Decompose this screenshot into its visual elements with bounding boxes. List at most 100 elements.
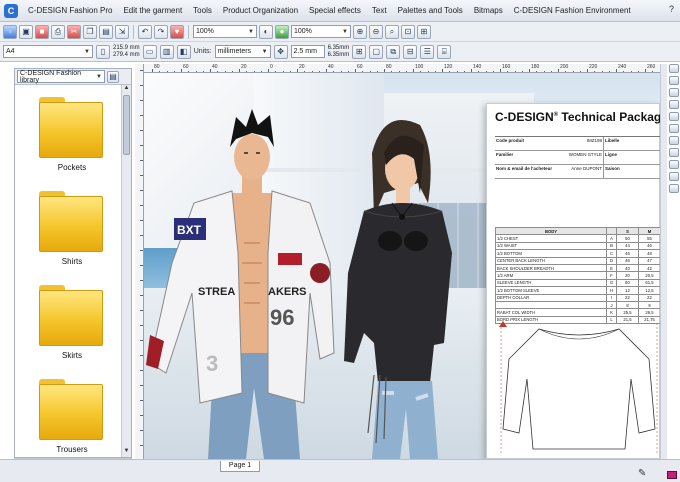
- menu-bitmaps[interactable]: Bitmaps: [469, 4, 508, 17]
- library-select[interactable]: C-DESIGN Fashion library ▼: [17, 70, 105, 84]
- standard-toolbar: ▫ ▣ ■ ⎙ ✂ ❐ ▤ ⇲ ↶ ↷ ♥ 100% ▼ ◐ ● 100% ▼ ⊕ …: [0, 22, 680, 42]
- folder-shirts[interactable]: Shirts: [37, 185, 107, 273]
- garment-icon[interactable]: ♥: [170, 24, 184, 39]
- pick-tool-icon[interactable]: [668, 64, 679, 73]
- library-scrollbar[interactable]: ▲ ▼: [121, 85, 131, 457]
- fill-color-swatch[interactable]: [667, 471, 677, 479]
- copy-icon[interactable]: ❐: [83, 24, 97, 39]
- folder-trousers[interactable]: Trousers: [37, 373, 107, 461]
- save-icon[interactable]: ■: [35, 24, 49, 39]
- design-canvas[interactable]: BXT STREA AKERS 96 3 C-DESIGN® Technical…: [144, 73, 660, 459]
- new-file-icon[interactable]: ▫: [3, 24, 17, 39]
- app-logo-icon[interactable]: C: [4, 3, 18, 18]
- menu-palettes-tools[interactable]: Palettes and Tools: [393, 4, 468, 17]
- print-icon[interactable]: ⎙: [51, 24, 65, 39]
- menu-environment[interactable]: C-DESIGN Fashion Environment: [509, 4, 636, 17]
- align-icon[interactable]: ⊟: [403, 44, 418, 59]
- current-page-icon[interactable]: ◧: [176, 44, 191, 59]
- library-panel: C-DESIGN Fashion library ▼ ▤ Pockets Shir…: [14, 68, 132, 458]
- size-chart-table: BODY S M 1/2 CHEST A 50 55 1/2 WAIST B 44 46 1/2…: [495, 226, 660, 325]
- outline-tool-icon[interactable]: [668, 172, 679, 181]
- globe-icon[interactable]: ●: [275, 24, 289, 39]
- shape-tool-icon[interactable]: [668, 76, 679, 85]
- dup-x-value[interactable]: 6.35mm: [328, 45, 350, 52]
- folder-pockets[interactable]: Pockets: [37, 91, 107, 179]
- page-size-select[interactable]: A4 ▼: [3, 45, 93, 58]
- zoom-page-icon[interactable]: ⌕: [385, 24, 399, 39]
- import-icon[interactable]: ⇲: [115, 24, 129, 39]
- menu-text[interactable]: Text: [367, 4, 392, 17]
- zoom-level-select[interactable]: 100% ▼: [291, 25, 351, 38]
- scroll-thumb[interactable]: [123, 95, 130, 155]
- frame-icon[interactable]: ▢: [369, 44, 384, 59]
- size-chart-row: RABAT COL WIDTH K 25,5 26,5: [495, 308, 660, 317]
- paste-icon[interactable]: ▤: [99, 24, 113, 39]
- menu-app[interactable]: C-DESIGN Fashion Pro: [23, 4, 117, 17]
- menu-special-effects[interactable]: Special effects: [304, 4, 366, 17]
- properties-icon[interactable]: ⌸: [437, 44, 452, 59]
- color-wheel-icon[interactable]: ◐: [259, 24, 273, 39]
- size-cell-s: 40: [616, 263, 639, 273]
- page-width-value[interactable]: 215.9 mm: [113, 45, 140, 52]
- library-menu-icon[interactable]: ▤: [107, 70, 119, 83]
- duplicate-distance[interactable]: 6.35mm 6.35mm: [328, 45, 350, 59]
- menu-product-organization[interactable]: Product Organization: [218, 4, 303, 17]
- size-cell-code: J: [606, 300, 617, 310]
- undo-icon[interactable]: ↶: [138, 24, 152, 39]
- units-select[interactable]: millimeters ▼: [214, 45, 271, 58]
- group-icon[interactable]: ⧉: [386, 44, 401, 59]
- dup-y-value[interactable]: 6.35mm: [328, 52, 350, 59]
- scroll-down-icon[interactable]: ▼: [122, 448, 131, 457]
- zoom-fit-icon[interactable]: ⊡: [401, 24, 415, 39]
- size-cell-code: H: [606, 286, 617, 295]
- horizontal-ruler[interactable]: 80 60 40 20 0 20 40 60 80 100 120 140 160 180 200 220 24…: [144, 64, 660, 73]
- polygon-tool-icon[interactable]: [668, 136, 679, 145]
- folder-skirts[interactable]: Skirts: [37, 279, 107, 367]
- size-cell-s: 20: [616, 271, 639, 280]
- zoom-select[interactable]: 100% ▼: [193, 25, 257, 38]
- size-cell-m: 22: [638, 293, 660, 302]
- menu-tools[interactable]: Tools: [188, 4, 217, 17]
- technical-package-sheet[interactable]: C-DESIGN® Technical Package Code produit…: [486, 103, 660, 459]
- zoom-tool-icon[interactable]: [668, 88, 679, 97]
- menu-edit-garment[interactable]: Edit the garment: [118, 4, 187, 17]
- vertical-ruler[interactable]: [135, 64, 144, 459]
- portrait-icon[interactable]: ▯: [96, 44, 110, 59]
- female-figure-illustration[interactable]: [324, 113, 474, 459]
- size-chart-row: 1/2 ARM F 20 20,5: [495, 271, 660, 280]
- folder-icon: [39, 379, 103, 441]
- open-file-icon[interactable]: ▣: [19, 24, 33, 39]
- redo-icon[interactable]: ↷: [154, 24, 168, 39]
- pen-icon[interactable]: ✎: [638, 468, 646, 479]
- size-cell-label: SLEEVE LENGTH: [495, 278, 607, 288]
- options-icon[interactable]: ☰: [420, 44, 435, 59]
- size-chart-row: 1/2 BOTTOM SLEEVE H 12 12,5: [495, 286, 660, 295]
- eyedropper-tool-icon[interactable]: [668, 184, 679, 193]
- page-layout-icon[interactable]: ▥: [159, 44, 174, 59]
- ruler-label: 0: [270, 64, 273, 70]
- zoom-in-icon[interactable]: ⊕: [353, 24, 367, 39]
- zoom-out-icon[interactable]: ⊖: [369, 24, 383, 39]
- size-cell-code: D: [606, 256, 617, 265]
- cut-icon[interactable]: ✂: [67, 24, 81, 39]
- landscape-icon[interactable]: ▭: [142, 44, 157, 59]
- fill-tool-icon[interactable]: [668, 160, 679, 169]
- ruler-label: 40: [328, 64, 334, 70]
- scroll-up-icon[interactable]: ▲: [122, 85, 131, 94]
- page-tab[interactable]: Page 1: [220, 461, 260, 472]
- zoom-width-icon[interactable]: ⊞: [417, 24, 431, 39]
- svg-text:BXT: BXT: [177, 223, 202, 237]
- nudge-icon[interactable]: ✥: [273, 44, 288, 59]
- ellipse-tool-icon[interactable]: [668, 124, 679, 133]
- text-tool-icon[interactable]: [668, 148, 679, 157]
- nudge-input[interactable]: 2.5 mm: [290, 45, 325, 58]
- page-height-value[interactable]: 279.4 mm: [113, 52, 140, 59]
- size-cell-s: 12: [616, 286, 639, 295]
- snap-grid-icon[interactable]: ⊞: [352, 44, 367, 59]
- freehand-tool-icon[interactable]: [668, 100, 679, 109]
- canvas-vscrollbar[interactable]: [660, 64, 667, 459]
- help-icon[interactable]: ?: [669, 4, 674, 14]
- chevron-down-icon: ▼: [261, 48, 268, 55]
- rectangle-tool-icon[interactable]: [668, 112, 679, 121]
- page-dimensions[interactable]: 215.9 mm 279.4 mm: [113, 45, 140, 59]
